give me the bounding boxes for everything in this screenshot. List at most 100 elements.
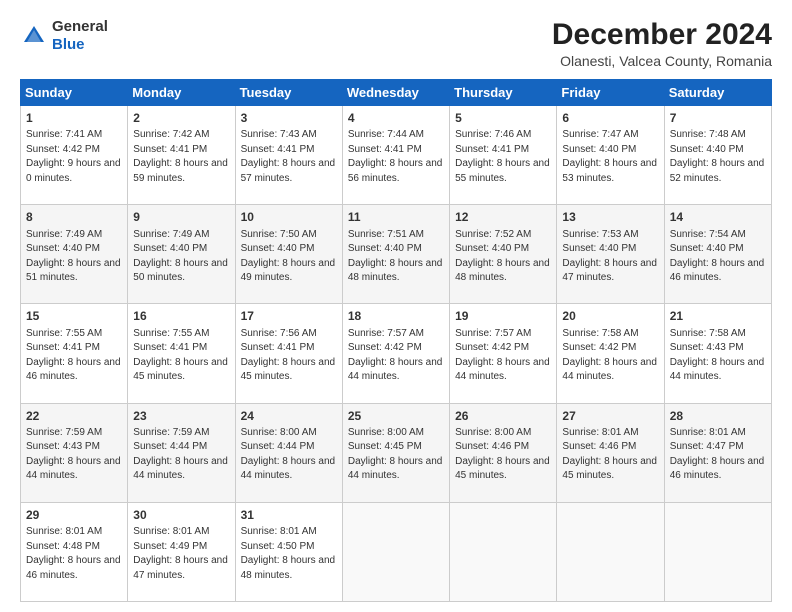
calendar-day-cell: 11Sunrise: 7:51 AMSunset: 4:40 PMDayligh… bbox=[342, 205, 449, 304]
calendar-day-cell: 30Sunrise: 8:01 AMSunset: 4:49 PMDayligh… bbox=[128, 502, 235, 601]
day-number: 24 bbox=[241, 408, 337, 425]
calendar-header-cell: Friday bbox=[557, 80, 664, 106]
sunset-text: Sunset: 4:41 PM bbox=[133, 342, 207, 353]
calendar-header-cell: Monday bbox=[128, 80, 235, 106]
calendar-day-cell: 20Sunrise: 7:58 AMSunset: 4:42 PMDayligh… bbox=[557, 304, 664, 403]
calendar-header-cell: Thursday bbox=[450, 80, 557, 106]
calendar-day-cell: 23Sunrise: 7:59 AMSunset: 4:44 PMDayligh… bbox=[128, 403, 235, 502]
sunrise-text: Sunrise: 7:58 AM bbox=[670, 328, 746, 339]
sunrise-text: Sunrise: 7:59 AM bbox=[26, 427, 102, 438]
sunrise-text: Sunrise: 7:57 AM bbox=[455, 328, 531, 339]
sunset-text: Sunset: 4:40 PM bbox=[348, 243, 422, 254]
sunset-text: Sunset: 4:41 PM bbox=[455, 144, 529, 155]
daylight-text: Daylight: 8 hours and 44 minutes. bbox=[670, 357, 765, 383]
calendar-table: SundayMondayTuesdayWednesdayThursdayFrid… bbox=[20, 79, 772, 602]
calendar-header-cell: Tuesday bbox=[235, 80, 342, 106]
day-number: 17 bbox=[241, 308, 337, 325]
calendar-week-row: 22Sunrise: 7:59 AMSunset: 4:43 PMDayligh… bbox=[21, 403, 772, 502]
logo-text: General Blue bbox=[52, 18, 108, 54]
day-number: 6 bbox=[562, 110, 658, 127]
daylight-text: Daylight: 8 hours and 44 minutes. bbox=[348, 456, 443, 482]
day-number: 31 bbox=[241, 507, 337, 524]
sunrise-text: Sunrise: 7:48 AM bbox=[670, 129, 746, 140]
sunrise-text: Sunrise: 7:46 AM bbox=[455, 129, 531, 140]
daylight-text: Daylight: 8 hours and 44 minutes. bbox=[348, 357, 443, 383]
calendar-day-cell: 5 Sunrise: 7:46 AM Sunset: 4:41 PM Daylight… bbox=[450, 106, 557, 205]
sunrise-text: Sunrise: 7:59 AM bbox=[133, 427, 209, 438]
logo-icon bbox=[20, 22, 48, 50]
calendar-week-row: 15Sunrise: 7:55 AMSunset: 4:41 PMDayligh… bbox=[21, 304, 772, 403]
calendar-header-cell: Saturday bbox=[664, 80, 771, 106]
daylight-text: Daylight: 8 hours and 48 minutes. bbox=[241, 555, 336, 581]
sunset-text: Sunset: 4:42 PM bbox=[562, 342, 636, 353]
sunset-text: Sunset: 4:46 PM bbox=[455, 441, 529, 452]
calendar-week-row: 29Sunrise: 8:01 AMSunset: 4:48 PMDayligh… bbox=[21, 502, 772, 601]
day-number: 5 bbox=[455, 110, 551, 127]
location: Olanesti, Valcea County, Romania bbox=[552, 53, 772, 69]
sunrise-text: Sunrise: 8:01 AM bbox=[133, 526, 209, 537]
sunrise-text: Sunrise: 7:56 AM bbox=[241, 328, 317, 339]
sunset-text: Sunset: 4:40 PM bbox=[241, 243, 315, 254]
logo: General Blue bbox=[20, 18, 108, 54]
sunrise-text: Sunrise: 7:49 AM bbox=[133, 229, 209, 240]
sunrise-text: Sunrise: 8:01 AM bbox=[241, 526, 317, 537]
day-number: 14 bbox=[670, 209, 766, 226]
day-number: 13 bbox=[562, 209, 658, 226]
sunset-text: Sunset: 4:50 PM bbox=[241, 541, 315, 552]
calendar-header-cell: Sunday bbox=[21, 80, 128, 106]
calendar-day-cell: 29Sunrise: 8:01 AMSunset: 4:48 PMDayligh… bbox=[21, 502, 128, 601]
day-number: 7 bbox=[670, 110, 766, 127]
sunrise-text: Sunrise: 7:41 AM bbox=[26, 129, 102, 140]
calendar-day-cell: 26Sunrise: 8:00 AMSunset: 4:46 PMDayligh… bbox=[450, 403, 557, 502]
logo-blue: Blue bbox=[52, 36, 85, 53]
day-number: 26 bbox=[455, 408, 551, 425]
calendar-day-cell bbox=[342, 502, 449, 601]
daylight-text: Daylight: 8 hours and 48 minutes. bbox=[348, 258, 443, 284]
header: General Blue December 2024 Olanesti, Val… bbox=[20, 18, 772, 69]
sunset-text: Sunset: 4:41 PM bbox=[26, 342, 100, 353]
calendar-day-cell: 4Sunrise: 7:44 AMSunset: 4:41 PMDaylight… bbox=[342, 106, 449, 205]
daylight-text: Daylight: 8 hours and 45 minutes. bbox=[133, 357, 228, 383]
day-number: 4 bbox=[348, 110, 444, 127]
sunset-text: Sunset: 4:44 PM bbox=[241, 441, 315, 452]
sunset-text: Sunset: 4:40 PM bbox=[562, 144, 636, 155]
daylight-text: Daylight: 8 hours and 47 minutes. bbox=[562, 258, 657, 284]
daylight-text: Daylight: 8 hours and 46 minutes. bbox=[26, 555, 121, 581]
sunset-text: Sunset: 4:42 PM bbox=[455, 342, 529, 353]
daylight-text: Daylight: 8 hours and 55 minutes. bbox=[455, 158, 550, 184]
daylight-text: Daylight: 8 hours and 46 minutes. bbox=[670, 258, 765, 284]
sunset-text: Sunset: 4:42 PM bbox=[26, 144, 100, 155]
sunrise-text: Sunrise: 7:55 AM bbox=[133, 328, 209, 339]
title-block: December 2024 Olanesti, Valcea County, R… bbox=[552, 18, 772, 69]
daylight-text: Daylight: 8 hours and 44 minutes. bbox=[133, 456, 228, 482]
sunset-text: Sunset: 4:45 PM bbox=[348, 441, 422, 452]
sunset-text: Sunset: 4:48 PM bbox=[26, 541, 100, 552]
calendar-day-cell: 12Sunrise: 7:52 AMSunset: 4:40 PMDayligh… bbox=[450, 205, 557, 304]
sunset-text: Sunset: 4:43 PM bbox=[670, 342, 744, 353]
day-number: 11 bbox=[348, 209, 444, 226]
sunset-text: Sunset: 4:40 PM bbox=[133, 243, 207, 254]
sunset-text: Sunset: 4:40 PM bbox=[455, 243, 529, 254]
calendar-day-cell: 1Sunrise: 7:41 AMSunset: 4:42 PMDaylight… bbox=[21, 106, 128, 205]
daylight-text: Daylight: 8 hours and 53 minutes. bbox=[562, 158, 657, 184]
day-number: 20 bbox=[562, 308, 658, 325]
day-number: 9 bbox=[133, 209, 229, 226]
calendar-day-cell: 28Sunrise: 8:01 AMSunset: 4:47 PMDayligh… bbox=[664, 403, 771, 502]
daylight-text: Daylight: 8 hours and 51 minutes. bbox=[26, 258, 121, 284]
day-number: 25 bbox=[348, 408, 444, 425]
sunrise-text: Sunrise: 7:42 AM bbox=[133, 129, 209, 140]
sunrise-text: Sunrise: 7:53 AM bbox=[562, 229, 638, 240]
daylight-text: Daylight: 8 hours and 46 minutes. bbox=[670, 456, 765, 482]
daylight-text: Daylight: 8 hours and 56 minutes. bbox=[348, 158, 443, 184]
day-number: 27 bbox=[562, 408, 658, 425]
calendar-day-cell: 21Sunrise: 7:58 AMSunset: 4:43 PMDayligh… bbox=[664, 304, 771, 403]
calendar-day-cell bbox=[450, 502, 557, 601]
day-number: 8 bbox=[26, 209, 122, 226]
calendar-day-cell: 7Sunrise: 7:48 AMSunset: 4:40 PMDaylight… bbox=[664, 106, 771, 205]
daylight-text: Daylight: 8 hours and 50 minutes. bbox=[133, 258, 228, 284]
sunset-text: Sunset: 4:41 PM bbox=[241, 144, 315, 155]
day-number: 12 bbox=[455, 209, 551, 226]
sunset-text: Sunset: 4:42 PM bbox=[348, 342, 422, 353]
day-number: 30 bbox=[133, 507, 229, 524]
sunrise-text: Sunrise: 7:43 AM bbox=[241, 129, 317, 140]
